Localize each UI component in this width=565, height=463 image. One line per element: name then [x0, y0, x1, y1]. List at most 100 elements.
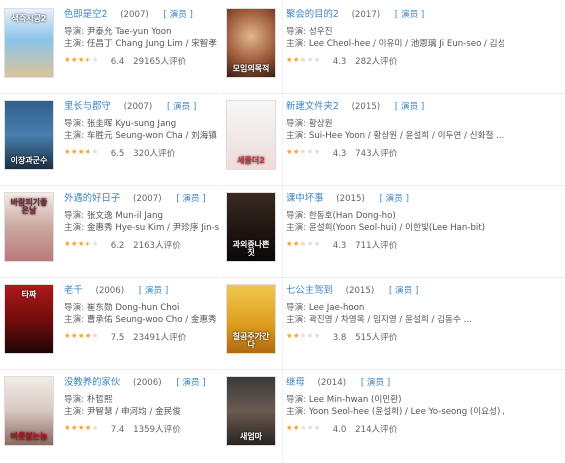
movie-poster[interactable]: 모임의목적 [226, 8, 276, 78]
cast-line: 主演: 곽진영 / 차영옥 / 임지영 / 윤설희 / 김동수 ... [286, 314, 504, 326]
rating-stars: ★★★★★ ★★★★★ [286, 423, 324, 433]
actor-tag-link[interactable]: [ 演员 ] [176, 194, 205, 204]
title-row: 七公主驾到 (2015) [ 演员 ] [286, 284, 504, 302]
row-divider [222, 369, 565, 370]
actor-tag-link[interactable]: [ 演员 ] [395, 102, 424, 112]
rating-score: 6.5 [110, 149, 125, 159]
director-names: 崔东勋 Dong-hun Choi [86, 303, 180, 313]
director-names: 황상원 [308, 119, 333, 129]
row-divider [222, 277, 565, 278]
cast-names: 윤설희(Yoon Seol-hui) / 이한빛(Lee Han-bit) [308, 223, 486, 233]
director-label: 导演: [64, 303, 87, 313]
actor-tag-link[interactable]: [ 演员 ] [139, 286, 168, 296]
movie-year: (2007) [133, 194, 162, 204]
cast-label: 主演: [64, 131, 87, 141]
rating-row: ★★★★★ ★★★★★ 4.3 711人评价 [286, 239, 504, 253]
actor-tag-link[interactable]: [ 演员 ] [167, 102, 196, 112]
director-label: 导演: [64, 211, 87, 221]
movie-poster[interactable]: 칠공주가간다 [226, 284, 276, 354]
row-divider [0, 369, 220, 370]
rating-score: 7.5 [110, 333, 125, 343]
rating-stars: ★★★★★ ★★★★★ [64, 423, 102, 433]
rating-score: 4.0 [332, 425, 347, 435]
title-row: 课中坏事 (2015) [ 演员 ] [286, 192, 504, 210]
movie-item: 새엄마 继母 (2014) [ 演员 ] 导演: Lee Min-hwan (이… [226, 376, 506, 463]
movie-title-link[interactable]: 老千 [64, 285, 83, 296]
actor-tag-link[interactable]: [ 演员 ] [395, 10, 424, 20]
movie-title-link[interactable]: 课中坏事 [286, 193, 324, 204]
movie-poster[interactable]: 색즉시공2 [4, 8, 54, 78]
star-filled-icon: ★★★★★ [64, 423, 92, 432]
movie-title-link[interactable]: 外遇的好日子 [64, 193, 120, 204]
rating-score: 4.3 [332, 57, 347, 67]
row-divider [222, 93, 565, 94]
director-label: 导演: [64, 27, 87, 37]
rating-score: 6.2 [110, 241, 125, 251]
director-names: 张文逸 Mun-il Jang [86, 211, 163, 221]
actor-tag-link[interactable]: [ 演员 ] [361, 378, 390, 388]
rating-count: 29165人评价 [133, 57, 187, 67]
poster-title: 타짜 [21, 290, 37, 299]
movie-year: (2015) [336, 194, 365, 204]
poster-title: 버릇없는놈 [10, 432, 48, 441]
movie-title-link[interactable]: 继母 [286, 377, 305, 388]
actor-tag-link[interactable]: [ 演员 ] [389, 286, 418, 296]
director-label: 导演: [64, 395, 87, 405]
director-line: 导演: Lee Jae-hoon [286, 302, 504, 314]
star-filled-icon: ★★★★★ [64, 331, 93, 340]
star-filled-icon: ★★★★★ [64, 55, 88, 64]
movie-year: (2007) [120, 10, 149, 20]
star-filled-icon: ★★★★★ [286, 147, 302, 156]
poster-title: 칠공주가간다 [232, 332, 270, 349]
movie-poster[interactable]: 타짜 [4, 284, 54, 354]
rating-stars: ★★★★★ ★★★★★ [286, 239, 324, 249]
movie-year: (2015) [345, 286, 375, 296]
movie-poster[interactable]: 과외중나쁜짓 [226, 192, 276, 262]
poster-title: 새엄마 [239, 432, 263, 441]
poster-title: 새폴더2 [237, 156, 265, 165]
actor-tag-link[interactable]: [ 演员 ] [380, 194, 409, 204]
cast-names: 金惠秀 Hye-su Kim / 尹珍序 Jin-s [86, 223, 220, 233]
cast-names: 车胜元 Seung-won Cha / 刘海镇 [86, 131, 217, 141]
actor-tag-link[interactable]: [ 演员 ] [164, 10, 193, 20]
rating-count: 1359人评价 [133, 425, 181, 435]
cast-names: Yoon Seol-hee (윤설희) / Lee Yo-seong (이요성)… [308, 407, 504, 417]
rating-stars: ★★★★★ ★★★★★ [286, 331, 324, 341]
movie-info: 七公主驾到 (2015) [ 演员 ] 导演: Lee Jae-hoon 主演:… [286, 284, 504, 345]
poster-title: 바람피기좋은날 [10, 198, 48, 215]
movie-title-link[interactable]: 色即是空2 [64, 9, 107, 20]
cast-label: 主演: [286, 39, 309, 49]
movie-title-link[interactable]: 聚会的目的2 [286, 9, 339, 20]
movie-title-link[interactable]: 新建文件夹2 [286, 101, 339, 112]
actor-tag-link[interactable]: [ 演员 ] [176, 378, 205, 388]
movie-poster[interactable]: 이장과군수 [4, 100, 54, 170]
movie-title-link[interactable]: 没教养的家伙 [64, 377, 120, 388]
rating-count: 743人评价 [355, 149, 398, 159]
rating-score: 6.4 [110, 57, 125, 67]
rating-stars: ★★★★★ ★★★★★ [64, 331, 102, 341]
row-divider [0, 93, 220, 94]
movie-poster[interactable]: 새폴더2 [226, 100, 276, 170]
director-names: 尹泰允 Tae-yun Yoon [86, 27, 172, 37]
movie-poster[interactable]: 버릇없는놈 [4, 376, 54, 446]
movie-info: 新建文件夹2 (2015) [ 演员 ] 导演: 황상원 主演: Sui-Hee… [286, 100, 504, 161]
movie-poster[interactable]: 새엄마 [226, 376, 276, 446]
movie-title-link[interactable]: 七公主驾到 [286, 285, 333, 296]
director-label: 导演: [64, 119, 87, 129]
star-filled-icon: ★★★★★ [64, 239, 88, 248]
director-line: 导演: 황상원 [286, 118, 504, 130]
director-names: 성우진 [308, 27, 333, 37]
movie-year: (2006) [95, 286, 125, 296]
rating-row: ★★★★★ ★★★★★ 4.3 282人评价 [286, 55, 504, 69]
movie-poster[interactable]: 바람피기좋은날 [4, 192, 54, 262]
title-row: 继母 (2014) [ 演员 ] [286, 376, 504, 394]
cast-label: 主演: [286, 131, 309, 141]
rating-count: 711人评价 [355, 241, 398, 251]
movie-item: 모임의목적 聚会的目的2 (2017) [ 演员 ] 导演: 성우진 主演: L… [226, 8, 506, 100]
title-row: 新建文件夹2 (2015) [ 演员 ] [286, 100, 504, 118]
rating-count: 282人评价 [355, 57, 398, 67]
rating-count: 23491人评价 [133, 333, 187, 343]
cast-label: 主演: [286, 315, 309, 325]
cast-label: 主演: [64, 223, 87, 233]
movie-title-link[interactable]: 里长与郡守 [64, 101, 111, 112]
